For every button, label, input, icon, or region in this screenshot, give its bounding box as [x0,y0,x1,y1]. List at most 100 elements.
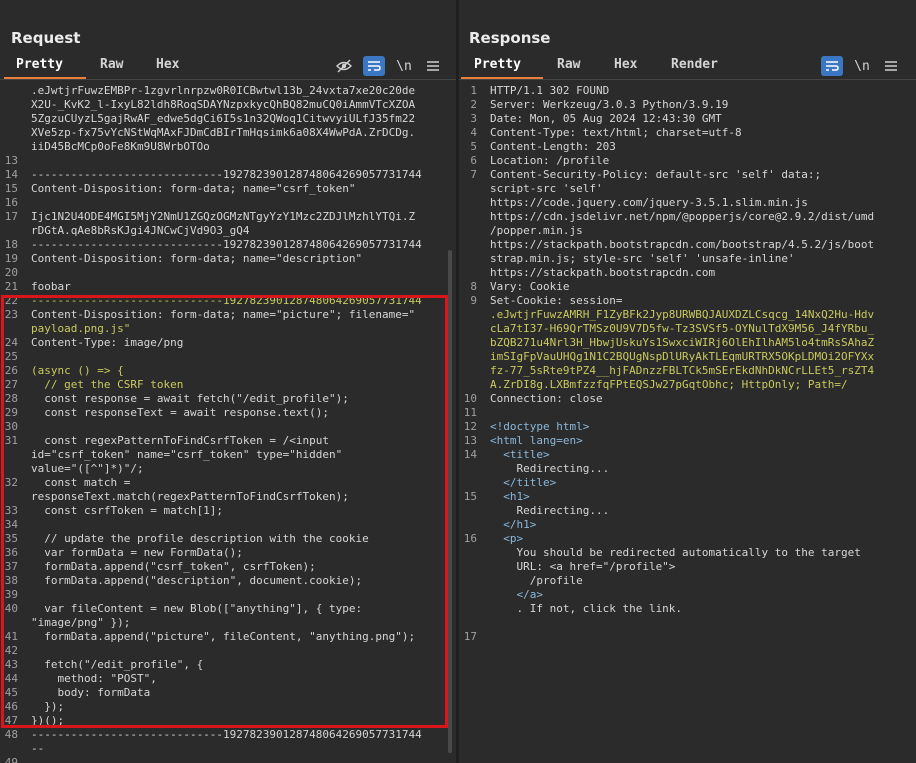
code-line: imSIgFpVauUHQg1N1C2BQUgNspDlURyAkTLEqmUR… [490,350,875,363]
line-number [459,364,477,378]
response-tabs: Pretty Raw Hex Render \n [459,55,916,79]
code-line: https://cdn.jsdelivr.net/npm/@popperjs/c… [490,210,875,223]
line-number [0,112,18,126]
line-number: 26 [4,364,18,377]
code-line: XVe5zp-fx75vYcNStWqMAxFJDmCdBIrTmHqsimk6… [31,126,416,139]
line-number [459,504,477,518]
request-tabs: Pretty Raw Hex \n [0,55,456,79]
hamburger-menu-icon[interactable] [422,56,444,76]
tab-separator [0,79,456,80]
code-line: Redirecting... [490,504,610,517]
line-number [459,616,477,630]
code-line: Date: Mon, 05 Aug 2024 12:43:30 GMT [490,112,722,125]
line-number [459,308,477,322]
line-number: 8 [470,280,477,293]
code-line: Content-Security-Policy: default-src 'se… [490,168,822,181]
code-line: -- [31,742,45,755]
code-line: const regexPatternToFindCsrfToken = /<in… [31,434,330,447]
line-number [459,462,477,476]
line-number [0,224,18,238]
code-line: fetch("/edit_profile", { [31,658,204,671]
code-line: Content-Type: text/html; charset=utf-8 [490,126,742,139]
line-number: 39 [4,588,18,601]
code-line: foobar [31,280,71,293]
line-number: 49 [4,756,18,763]
tab-pretty[interactable]: Pretty [474,57,521,72]
tab-raw[interactable]: Raw [557,57,580,72]
line-number: 48 [4,728,18,741]
code-line: Vary: Cookie [490,280,570,293]
line-number: 46 [4,700,18,713]
code-line: -----------------------------19278239012… [31,238,422,251]
line-number: 4 [470,126,477,139]
tab-raw[interactable]: Raw [100,57,123,72]
line-number: 34 [4,518,18,531]
line-number: 45 [4,686,18,699]
code-line: body: formData [31,686,151,699]
code-line: const csrfToken = match[1]; [31,504,224,517]
line-number: 9 [470,294,477,307]
tab-render[interactable]: Render [671,57,718,72]
request-scrollbar[interactable] [448,250,452,753]
tab-hex[interactable]: Hex [156,57,179,72]
eye-slash-icon[interactable] [333,56,355,76]
code-line: script-src 'self' [490,182,603,195]
code-line: -----------------------------19278239012… [31,168,422,181]
code-line: https://stackpath.bootstrapcdn.com [490,266,716,279]
wrap-lines-icon[interactable] [363,56,385,76]
code-line: const match = [31,476,131,489]
line-number [459,560,477,574]
tab-pretty[interactable]: Pretty [16,57,63,72]
line-number: 3 [470,112,477,125]
line-number [0,322,18,336]
line-number: 33 [4,504,18,517]
wrap-lines-icon[interactable] [821,56,843,76]
line-number [0,448,18,462]
newline-toggle-icon[interactable]: \n [851,56,873,76]
code-line: iiD45BcMCp0oFe8Km9U8WrbOTOo [31,140,210,153]
line-number: 11 [463,406,477,419]
line-number: 44 [4,672,18,685]
code-line: rDGtA.qAe8bRsKJgi4JNCwCjVd9O3_gQ4 [31,224,250,237]
line-number: 31 [4,434,18,447]
line-number: 40 [4,602,18,615]
code-line: Content-Disposition: form-data; name="de… [31,252,363,265]
line-number: 13 [463,434,477,447]
newline-toggle-icon[interactable]: \n [393,56,415,76]
line-number: 17 [463,630,477,643]
line-number [459,602,477,616]
response-panel: Response Pretty Raw Hex Render \n 1 HTTP/… [459,0,916,763]
response-title: Response [469,29,551,47]
line-number: 15 [463,490,477,503]
code-line: . If not, click the link. [490,602,683,615]
line-number: 21 [4,280,18,293]
line-number: 29 [4,406,18,419]
hamburger-menu-icon[interactable] [880,56,902,76]
line-number: 10 [463,392,477,405]
line-number: 6 [470,154,477,167]
code-line: .eJwtjrFuwzEMBPr-1zgvrlnrpzw0R0ICBwtwl13… [31,84,416,97]
line-number: 5 [470,140,477,153]
line-number: 23 [4,308,18,321]
code-line: const responseText = await response.text… [31,406,330,419]
code-line: <h1> [490,490,530,503]
code-line: </title> [490,476,557,489]
line-number [0,490,18,504]
line-number [459,322,477,336]
code-line: // update the profile description with t… [31,532,369,545]
line-number: 41 [4,630,18,643]
code-line: formData.append("csrf_token", csrfToken)… [31,560,316,573]
code-line: Content-Length: 203 [490,140,616,153]
code-line: HTTP/1.1 302 FOUND [490,84,610,97]
code-line: fz-77_5sRte9tPZ4__hjFADnzzFBLTCk5mSErEkd… [490,364,875,377]
tab-hex[interactable]: Hex [614,57,637,72]
